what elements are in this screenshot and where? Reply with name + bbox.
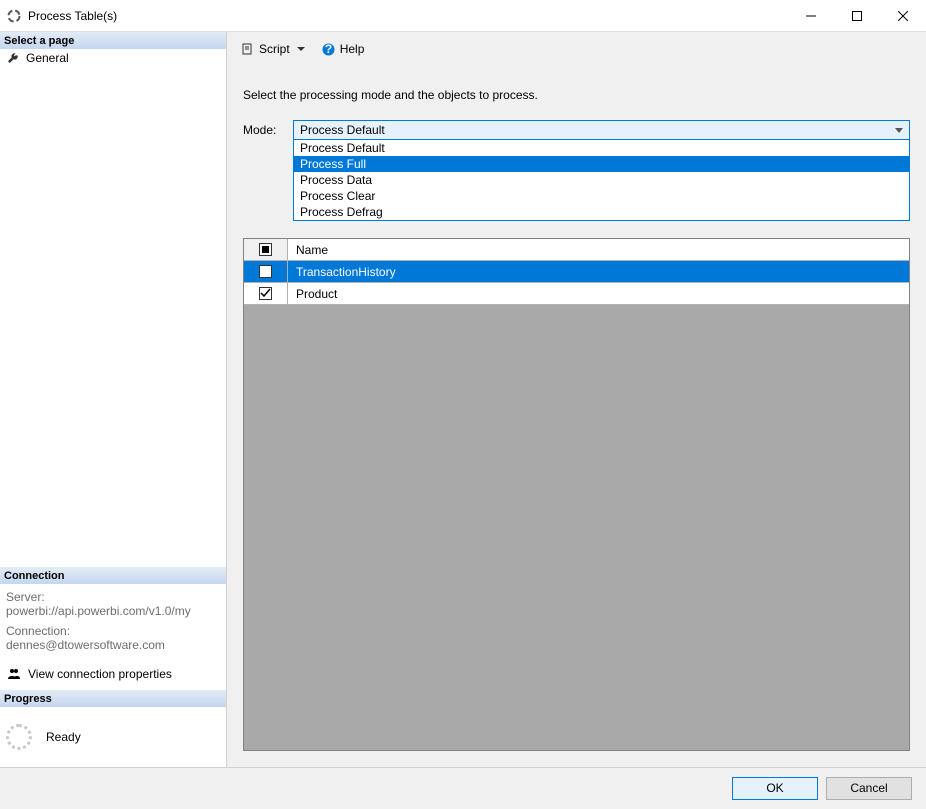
row-checkbox[interactable] xyxy=(259,287,272,300)
dialog-footer: OK Cancel xyxy=(0,767,926,809)
mode-selected-value: Process Default xyxy=(300,123,385,137)
mode-label: Mode: xyxy=(243,120,285,137)
server-label: Server: xyxy=(6,590,220,604)
toolbar: Script ? Help xyxy=(227,32,926,66)
connection-label: Connection: xyxy=(6,624,220,638)
progress-status: Ready xyxy=(46,730,81,744)
main-area: Select the processing mode and the objec… xyxy=(243,82,910,751)
view-connection-label: View connection properties xyxy=(28,667,172,681)
svg-text:?: ? xyxy=(325,43,332,56)
progress-body: Ready xyxy=(0,707,226,767)
row-checkbox-cell[interactable] xyxy=(244,283,288,304)
script-button[interactable]: Script xyxy=(237,40,312,58)
script-icon xyxy=(241,42,255,56)
mode-option[interactable]: Process Defrag xyxy=(294,204,909,220)
workspace: Select a page General Connection Server:… xyxy=(0,32,926,767)
header-checkbox[interactable] xyxy=(259,243,272,256)
row-name: TransactionHistory xyxy=(288,261,909,282)
objects-grid: Name TransactionHistoryProduct xyxy=(243,238,910,751)
help-label: Help xyxy=(340,42,365,56)
row-checkbox-cell[interactable] xyxy=(244,261,288,282)
table-row[interactable]: TransactionHistory xyxy=(244,261,909,283)
mode-option[interactable]: Process Full xyxy=(294,156,909,172)
script-label: Script xyxy=(259,42,290,56)
connection-block: Server: powerbi://api.powerbi.com/v1.0/m… xyxy=(0,584,226,662)
sidebar-item-general[interactable]: General xyxy=(0,49,226,67)
cancel-button[interactable]: Cancel xyxy=(826,777,912,800)
progress-header: Progress xyxy=(0,690,226,707)
wrench-icon xyxy=(6,51,20,65)
mode-option[interactable]: Process Clear xyxy=(294,188,909,204)
row-checkbox[interactable] xyxy=(259,265,272,278)
chevron-down-icon xyxy=(294,42,308,56)
mode-selected-display[interactable]: Process Default xyxy=(293,120,910,140)
grid-name-header[interactable]: Name xyxy=(288,239,909,260)
view-connection-link[interactable]: View connection properties xyxy=(0,662,226,690)
help-icon: ? xyxy=(322,42,336,56)
chevron-down-icon xyxy=(895,123,903,137)
mode-row: Mode: Process Default Process DefaultPro… xyxy=(243,120,910,140)
people-icon xyxy=(6,666,22,682)
grid-header: Name xyxy=(244,239,909,261)
row-name: Product xyxy=(288,283,909,304)
maximize-button[interactable] xyxy=(834,0,880,32)
window-title: Process Table(s) xyxy=(28,9,117,23)
left-pane: Select a page General Connection Server:… xyxy=(0,32,227,767)
help-button[interactable]: ? Help xyxy=(318,40,369,58)
mode-dropdown: Process DefaultProcess FullProcess DataP… xyxy=(293,140,910,221)
mode-option[interactable]: Process Data xyxy=(294,172,909,188)
minimize-button[interactable] xyxy=(788,0,834,32)
spinner-icon xyxy=(6,724,32,750)
close-button[interactable] xyxy=(880,0,926,32)
ok-button[interactable]: OK xyxy=(732,777,818,800)
titlebar: Process Table(s) xyxy=(0,0,926,32)
app-icon xyxy=(6,8,22,24)
pages-header: Select a page xyxy=(0,32,226,49)
sidebar-item-label: General xyxy=(26,51,69,65)
server-value: powerbi://api.powerbi.com/v1.0/my xyxy=(6,604,220,618)
table-row[interactable]: Product xyxy=(244,283,909,305)
instruction-text: Select the processing mode and the objec… xyxy=(243,88,910,102)
mode-option[interactable]: Process Default xyxy=(294,140,909,156)
connection-header: Connection xyxy=(0,567,226,584)
right-pane: Script ? Help Select the processing mode… xyxy=(227,32,926,767)
connection-value: dennes@dtowersoftware.com xyxy=(6,638,220,652)
mode-select[interactable]: Process Default Process DefaultProcess F… xyxy=(293,120,910,140)
header-checkbox-cell[interactable] xyxy=(244,239,288,260)
